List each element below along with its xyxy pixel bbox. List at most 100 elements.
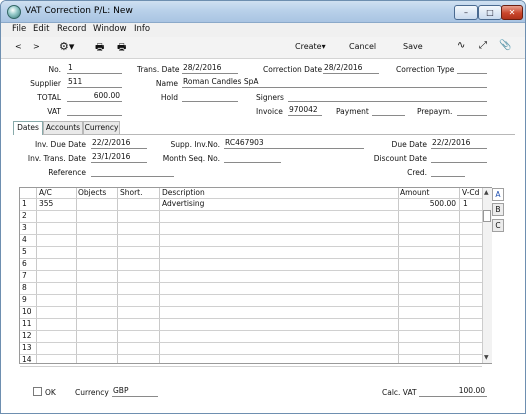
invoice-field[interactable]: 970042	[288, 105, 322, 116]
ok-label: OK	[45, 388, 56, 397]
col-divider	[117, 188, 118, 363]
row-ac-cell[interactable]: 355	[39, 199, 53, 208]
month-seq-no-field[interactable]	[224, 152, 281, 163]
row-description-cell[interactable]: Advertising	[162, 199, 204, 208]
supp-inv-no-field[interactable]: RC467903	[224, 138, 364, 149]
reference-label: Reference	[48, 168, 86, 177]
row-amount-cell[interactable]: 500.00	[400, 199, 456, 208]
scroll-down-icon[interactable]: ▼	[484, 354, 489, 361]
row-vcd-cell[interactable]: 1	[463, 199, 468, 208]
supplier-label: Supplier	[30, 79, 61, 88]
vat-label: VAT	[47, 107, 61, 116]
hold-field[interactable]	[182, 91, 238, 102]
signers-field[interactable]	[288, 91, 487, 102]
currency-label: Currency	[75, 388, 109, 397]
forward-button[interactable]: >	[33, 42, 40, 51]
cred-field[interactable]	[431, 166, 465, 177]
row-separator	[20, 366, 482, 367]
row-separator	[20, 258, 482, 259]
vat-correction-window: VAT Correction P/L: New – □ ✕ File Edit …	[0, 0, 526, 414]
row-number: 11	[22, 319, 32, 328]
name-label: Name	[155, 79, 178, 88]
back-button[interactable]: <	[15, 42, 22, 51]
inv-trans-date-field[interactable]: 23/1/2016	[91, 152, 147, 163]
grid-scrollbar[interactable]: ▲ ▼	[482, 188, 492, 363]
row-separator	[20, 222, 482, 223]
correction-type-field[interactable]	[457, 63, 487, 74]
total-label: TOTAL	[37, 93, 61, 102]
print-preview-icon[interactable]: 🖶	[117, 40, 126, 57]
col-divider	[398, 188, 399, 363]
row-separator	[20, 330, 482, 331]
row-number: 6	[22, 259, 27, 268]
payment-field[interactable]	[372, 105, 405, 116]
total-field[interactable]: 600.00	[67, 91, 122, 102]
discount-date-label: Discount Date	[373, 154, 427, 163]
trans-date-field[interactable]: 28/2/2016	[182, 63, 238, 74]
row-number: 5	[22, 247, 27, 256]
correction-date-field[interactable]: 28/2/2016	[323, 63, 379, 74]
name-field[interactable]: Roman Candles SpA	[182, 77, 487, 88]
vat-field[interactable]	[67, 105, 122, 116]
scroll-up-icon[interactable]: ▲	[484, 189, 489, 196]
app-icon	[7, 5, 21, 19]
discount-date-field[interactable]	[431, 152, 487, 163]
menu-bar: File Edit Record Window Info	[1, 23, 525, 37]
tab-dates[interactable]: Dates	[13, 121, 43, 135]
due-date-field[interactable]: 22/2/2016	[431, 138, 487, 149]
menu-info[interactable]: Info	[134, 24, 150, 34]
scroll-thumb[interactable]	[483, 210, 491, 222]
prepaym-field[interactable]	[457, 105, 487, 116]
close-button[interactable]: ✕	[501, 5, 523, 20]
gear-icon[interactable]: ⚙▾	[59, 40, 74, 53]
tab-accounts[interactable]: Accounts	[43, 121, 83, 134]
col-divider	[159, 188, 160, 363]
col-header-description: Description	[162, 188, 205, 197]
minimize-button[interactable]: –	[454, 5, 478, 20]
row-separator	[20, 354, 482, 355]
row-separator	[20, 246, 482, 247]
save-button[interactable]: Save	[403, 42, 423, 51]
menu-file[interactable]: File	[12, 24, 26, 34]
currency-field[interactable]: GBP	[112, 386, 158, 397]
correction-type-label: Correction Type	[396, 65, 455, 74]
row-separator	[20, 318, 482, 319]
row-number: 14	[22, 355, 32, 364]
expand-icon[interactable]: ⤢	[479, 40, 487, 51]
create-button[interactable]: Create▾	[295, 42, 326, 51]
payment-label: Payment	[336, 107, 369, 116]
menu-record[interactable]: Record	[57, 24, 86, 34]
supplier-field[interactable]: 511	[67, 77, 122, 88]
calc-vat-field[interactable]: 100.00	[419, 386, 487, 397]
row-separator	[20, 294, 482, 295]
reference-field[interactable]	[91, 166, 174, 177]
row-separator	[20, 282, 482, 283]
col-header-objects: Objects	[78, 188, 107, 197]
row-number: 7	[22, 271, 27, 280]
maximize-button[interactable]: □	[478, 5, 502, 20]
cred-label: Cred.	[407, 168, 427, 177]
create-label: Create	[295, 42, 322, 51]
no-label: No.	[48, 65, 61, 74]
menu-edit[interactable]: Edit	[33, 24, 49, 34]
side-tab-b[interactable]: B	[492, 203, 504, 216]
row-number: 10	[22, 307, 32, 316]
inv-due-date-field[interactable]: 22/2/2016	[91, 138, 147, 149]
hold-label: Hold	[160, 93, 178, 102]
side-tab-c[interactable]: C	[492, 219, 504, 232]
print-icon[interactable]: 🖶	[95, 40, 104, 57]
col-divider	[459, 188, 460, 363]
ok-checkbox[interactable]	[33, 387, 42, 396]
side-tab-a[interactable]: A	[492, 188, 504, 201]
activity-icon[interactable]: ∿	[457, 40, 465, 51]
no-field[interactable]: 1	[67, 63, 122, 74]
col-header-short: Short.	[120, 188, 143, 197]
title-bar: VAT Correction P/L: New – □ ✕	[1, 1, 525, 23]
window-title: VAT Correction P/L: New	[25, 6, 133, 16]
inv-due-date-label: Inv. Due Date	[34, 140, 86, 149]
calc-vat-label: Calc. VAT	[382, 388, 417, 397]
attachment-icon[interactable]: 📎	[499, 40, 511, 51]
tab-currency[interactable]: Currency	[83, 121, 120, 134]
menu-window[interactable]: Window	[93, 24, 127, 34]
cancel-button[interactable]: Cancel	[349, 42, 376, 51]
